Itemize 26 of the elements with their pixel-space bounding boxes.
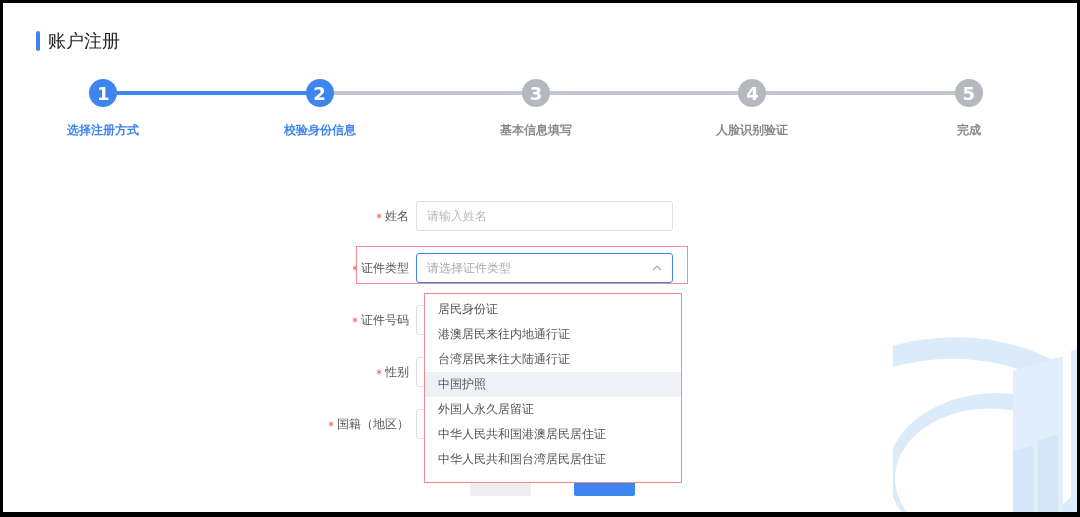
step-label: 选择注册方式	[67, 122, 140, 139]
field-label: 证件类型	[361, 259, 409, 277]
field-label: 性别	[385, 363, 409, 381]
page-title: 账户注册	[48, 29, 120, 53]
step-number: 2	[305, 79, 334, 107]
field-label: 姓名	[385, 207, 409, 225]
field-label: 国籍（地区）	[337, 415, 409, 433]
step-label: 校验身份信息	[283, 122, 356, 139]
dropdown-option[interactable]: 居民身份证	[425, 297, 681, 322]
dropdown-option[interactable]: 中华人民共和国港澳居民居住证	[425, 422, 681, 447]
field-label: 证件号码	[361, 311, 409, 329]
title-accent-bar	[36, 31, 40, 51]
step-number: 1	[89, 79, 118, 107]
step-label: 完成	[956, 122, 981, 139]
dropdown-option[interactable]: 港澳居民来往内地通行证	[425, 322, 681, 347]
step-number: 4	[738, 79, 767, 107]
chevron-up-icon	[652, 265, 662, 271]
step-label: 基本信息填写	[500, 122, 572, 139]
dropdown-option[interactable]: 中国护照	[425, 372, 681, 397]
dropdown-option[interactable]: 台湾居民来往大陆通行证	[425, 347, 681, 372]
step-number: 5	[954, 79, 983, 107]
dropdown-option[interactable]: 中华人民共和国台湾居民居住证	[425, 447, 681, 472]
step-number: 3	[522, 79, 550, 107]
step-label: 人脸识别验证	[716, 122, 789, 139]
dropdown-option[interactable]: 外国人永久居留证	[425, 397, 681, 422]
input-field[interactable]: 请输入姓名	[416, 201, 673, 231]
